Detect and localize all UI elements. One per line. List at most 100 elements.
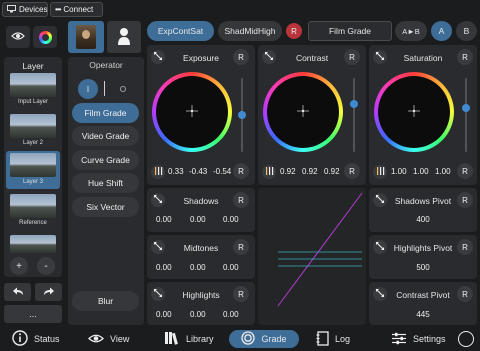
undo-button[interactable] xyxy=(4,283,31,301)
contrast-values-reset-button[interactable]: R xyxy=(344,163,360,179)
sliders-icon xyxy=(154,167,163,177)
reset-label: R xyxy=(238,195,244,205)
highlights-pivot-reset-button[interactable]: R xyxy=(457,239,473,255)
contrast-reset-button[interactable]: R xyxy=(344,49,360,65)
midtones-expand-button[interactable] xyxy=(151,240,165,254)
a-button[interactable]: A xyxy=(431,21,452,41)
color-wheel-button[interactable] xyxy=(33,26,57,48)
layer-label: Reference xyxy=(19,220,47,226)
operator-film-grade[interactable]: Film Grade xyxy=(72,103,139,123)
exposure-reset-button[interactable]: R xyxy=(233,49,249,65)
exposure-slider-handle[interactable] xyxy=(238,111,246,119)
operator-off-toggle[interactable]: O xyxy=(113,79,133,99)
layer-thumbnail xyxy=(10,235,56,253)
saturation-slider-handle[interactable] xyxy=(462,103,470,112)
highlights-pivot-expand-button[interactable] xyxy=(373,240,387,254)
grade-rings-icon xyxy=(241,331,256,347)
layer-item[interactable]: Input Layer xyxy=(6,71,60,109)
contrast-slider-handle[interactable] xyxy=(350,99,358,108)
redo-arrow-icon xyxy=(43,287,55,298)
wheel-center xyxy=(267,76,339,148)
add-layer-button[interactable]: + xyxy=(10,257,28,275)
exposure-color-wheel[interactable] xyxy=(152,72,232,152)
shadows-pivot-reset-button[interactable]: R xyxy=(457,192,473,208)
shadows-pivot-expand-button[interactable] xyxy=(373,193,387,207)
midtones-reset-button[interactable]: R xyxy=(233,239,249,255)
exposure-expand-button[interactable] xyxy=(151,50,165,64)
highlights-expand-button[interactable] xyxy=(151,287,165,301)
reset-all-button[interactable]: R xyxy=(286,23,302,39)
contrast-color-wheel[interactable] xyxy=(263,72,343,152)
nav-library-label: Library xyxy=(186,334,214,344)
saturation-slider-track[interactable] xyxy=(465,78,467,152)
a-to-b-button[interactable]: A►B xyxy=(395,21,427,41)
operator-curve-grade[interactable]: Curve Grade xyxy=(72,150,139,170)
contrast-slider-track[interactable] xyxy=(353,78,355,152)
eye-icon xyxy=(11,31,25,43)
saturation-channels-button[interactable] xyxy=(373,165,387,179)
layer-thumbnail xyxy=(10,153,56,177)
contrast-channels-button[interactable] xyxy=(262,165,276,179)
notebook-icon xyxy=(316,330,329,348)
toggle-off-label: O xyxy=(119,84,127,94)
layer-item[interactable]: Reference xyxy=(6,192,60,230)
highlights-reset-button[interactable]: R xyxy=(233,286,249,302)
saturation-reset-button[interactable]: R xyxy=(457,49,473,65)
nav-settings[interactable]: Settings xyxy=(391,330,446,348)
b-button[interactable]: B xyxy=(456,21,477,41)
dots-icon: ••• xyxy=(55,5,61,14)
grade-title-field[interactable]: Film Grade xyxy=(308,21,392,41)
contrast-value-b: 0.92 xyxy=(324,167,340,176)
blur-button[interactable]: Blur xyxy=(72,291,139,311)
more-button[interactable]: ... xyxy=(4,305,62,323)
tab-label: ShadMidHigh xyxy=(224,26,276,36)
operator-six-vector[interactable]: Six Vector xyxy=(72,197,139,217)
curve-graph xyxy=(277,192,363,307)
layer-item-selected[interactable]: Layer 3 xyxy=(6,151,60,189)
midtones-title: Midtones xyxy=(183,243,219,253)
nav-grade[interactable]: Grade xyxy=(229,330,299,348)
expand-arrows-icon xyxy=(376,195,384,205)
layer-thumbnail xyxy=(10,114,56,138)
layer-item[interactable] xyxy=(6,233,60,255)
connect-button[interactable]: ••• Connect xyxy=(50,2,103,17)
exposure-channels-button[interactable] xyxy=(151,165,165,179)
contrast-pivot-expand-button[interactable] xyxy=(373,287,387,301)
layer-item[interactable]: Layer 2 xyxy=(6,112,60,150)
wheel-center xyxy=(378,76,450,148)
saturation-expand-button[interactable] xyxy=(373,50,387,64)
redo-button[interactable] xyxy=(35,283,62,301)
tab-shadmidhigh[interactable]: ShadMidHigh xyxy=(218,21,282,41)
operator-hue-shift[interactable]: Hue Shift xyxy=(72,173,139,193)
saturation-values-reset-button[interactable]: R xyxy=(457,163,473,179)
exposure-values-reset-button[interactable]: R xyxy=(233,163,249,179)
contrast-expand-button[interactable] xyxy=(262,50,276,64)
expand-arrows-icon xyxy=(154,195,162,205)
operator-on-toggle[interactable]: I xyxy=(78,79,98,99)
shadows-reset-button[interactable]: R xyxy=(233,192,249,208)
silhouette-button[interactable] xyxy=(107,21,141,53)
nav-library[interactable]: Library xyxy=(164,330,214,348)
home-circle-button[interactable] xyxy=(458,331,474,347)
eye-toggle-button[interactable] xyxy=(6,26,30,48)
toggle-divider xyxy=(104,81,105,96)
devices-button[interactable]: Devices xyxy=(2,2,48,17)
more-label: ... xyxy=(29,309,37,319)
portrait-button[interactable] xyxy=(68,21,104,53)
grade-title: Film Grade xyxy=(328,26,372,36)
nav-log[interactable]: Log xyxy=(316,330,350,348)
nav-status[interactable]: Status xyxy=(12,330,60,348)
operator-item-label: Six Vector xyxy=(86,202,125,212)
nav-view[interactable]: View xyxy=(88,330,129,348)
contrast-pivot-reset-button[interactable]: R xyxy=(457,286,473,302)
undo-arrow-icon xyxy=(12,287,24,298)
remove-layer-button[interactable]: - xyxy=(37,257,55,275)
saturation-color-wheel[interactable] xyxy=(374,72,454,152)
tab-expcontsat[interactable]: ExpContSat xyxy=(147,21,214,41)
person-silhouette-icon xyxy=(117,27,131,47)
operator-video-grade[interactable]: Video Grade xyxy=(72,126,139,146)
reset-label: R xyxy=(462,289,468,299)
layer-label: Layer 3 xyxy=(22,179,43,185)
shadows-expand-button[interactable] xyxy=(151,193,165,207)
contrast-pivot-title: Contrast Pivot xyxy=(396,290,450,300)
